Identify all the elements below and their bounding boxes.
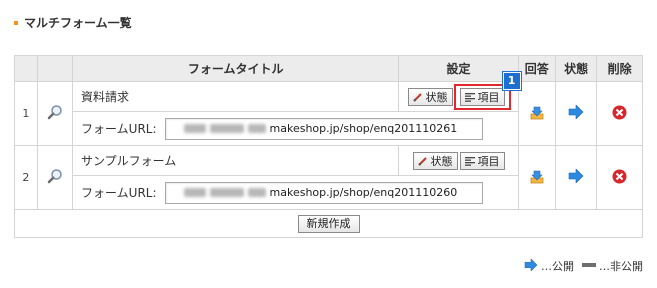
redacted-text (183, 124, 206, 133)
answers-cell (517, 81, 556, 146)
highlight-box: 項目 1 (453, 71, 521, 110)
status-edit-button[interactable]: 状態 (412, 151, 458, 170)
header-row: フォームタイトル 設定 回答 状態 削除 (14, 55, 643, 82)
header-form-title: フォームタイトル (72, 55, 400, 82)
url-cell: フォームURL: makeshop.jp/shop/enq201110260 (72, 175, 519, 210)
items-edit-button[interactable]: 項目 (459, 87, 505, 106)
arrow-right-icon[interactable] (568, 168, 584, 186)
form-name: サンプルフォーム (72, 145, 400, 176)
form-url-text: makeshop.jp/shop/enq201110260 (269, 186, 458, 199)
redacted-text (183, 188, 206, 197)
list-icon (464, 156, 475, 166)
download-icon[interactable] (529, 170, 545, 187)
header-number (14, 55, 38, 82)
list-icon (464, 92, 475, 102)
delete-icon[interactable] (612, 169, 627, 187)
url-label: フォームURL: (81, 122, 157, 136)
step-badge: 1 (502, 71, 521, 90)
header-status: 状態 (554, 55, 598, 82)
header-preview (36, 55, 74, 82)
row-number: 1 (14, 81, 38, 146)
row-number: 2 (14, 145, 38, 210)
delete-icon[interactable] (612, 105, 627, 123)
legend-private: …非公開 (582, 258, 643, 274)
status-cell (554, 81, 598, 146)
page-title: マルチフォーム一覧 (14, 14, 132, 31)
table-row: 2 サンプルフォーム 状態 項目 (14, 145, 643, 210)
items-edit-label: 項目 (477, 90, 500, 104)
dash-icon (582, 259, 596, 274)
header-delete: 削除 (596, 55, 643, 82)
new-form-cell: 新規作成 (14, 209, 643, 238)
delete-cell (596, 81, 643, 146)
legend-public-label: …公開 (541, 260, 574, 273)
settings-cell: 状態 項目 (398, 145, 519, 176)
legend: …公開 …非公開 (516, 257, 643, 274)
form-name: 資料請求 (72, 81, 400, 112)
url-cell: フォームURL: makeshop.jp/shop/enq201110261 (72, 111, 519, 146)
magnifier-icon[interactable] (47, 169, 63, 187)
legend-public: …公開 (524, 257, 574, 274)
delete-cell (596, 145, 643, 210)
magnifier-icon[interactable] (47, 105, 63, 123)
new-form-row: 新規作成 (14, 209, 643, 238)
title-bullet (14, 20, 18, 25)
arrow-right-icon (524, 257, 538, 274)
download-icon[interactable] (529, 106, 545, 123)
items-edit-button[interactable]: 項目 (459, 151, 505, 170)
url-label: フォームURL: (81, 186, 157, 200)
page-title-text: マルチフォーム一覧 (24, 16, 132, 30)
redacted-text (247, 188, 266, 197)
form-url-text: makeshop.jp/shop/enq201110261 (269, 122, 458, 135)
preview-cell (36, 81, 74, 146)
status-edit-button[interactable]: 状態 (407, 87, 453, 106)
status-cell (554, 145, 598, 210)
new-form-button[interactable]: 新規作成 (297, 214, 360, 233)
redacted-text (209, 124, 244, 133)
pencil-icon (417, 156, 428, 166)
pencil-icon (412, 92, 423, 102)
redacted-text (209, 188, 244, 197)
items-edit-label: 項目 (477, 154, 500, 168)
header-settings: 設定 (398, 55, 519, 82)
answers-cell (517, 145, 556, 210)
form-url-field[interactable]: makeshop.jp/shop/enq201110260 (164, 181, 483, 204)
preview-cell (36, 145, 74, 210)
header-answers: 回答 (517, 55, 556, 82)
status-edit-label: 状態 (425, 90, 448, 104)
form-url-field[interactable]: makeshop.jp/shop/enq201110261 (164, 117, 483, 140)
forms-table: フォームタイトル 設定 回答 状態 削除 1 資料請求 状態 項目 1 フォーム… (14, 55, 643, 238)
redacted-text (247, 124, 266, 133)
legend-private-label: …非公開 (599, 260, 643, 273)
table-row: 1 資料請求 状態 項目 1 (14, 71, 643, 146)
arrow-right-icon[interactable] (568, 104, 584, 122)
settings-cell: 状態 項目 1 (398, 71, 521, 112)
status-edit-label: 状態 (430, 154, 453, 168)
